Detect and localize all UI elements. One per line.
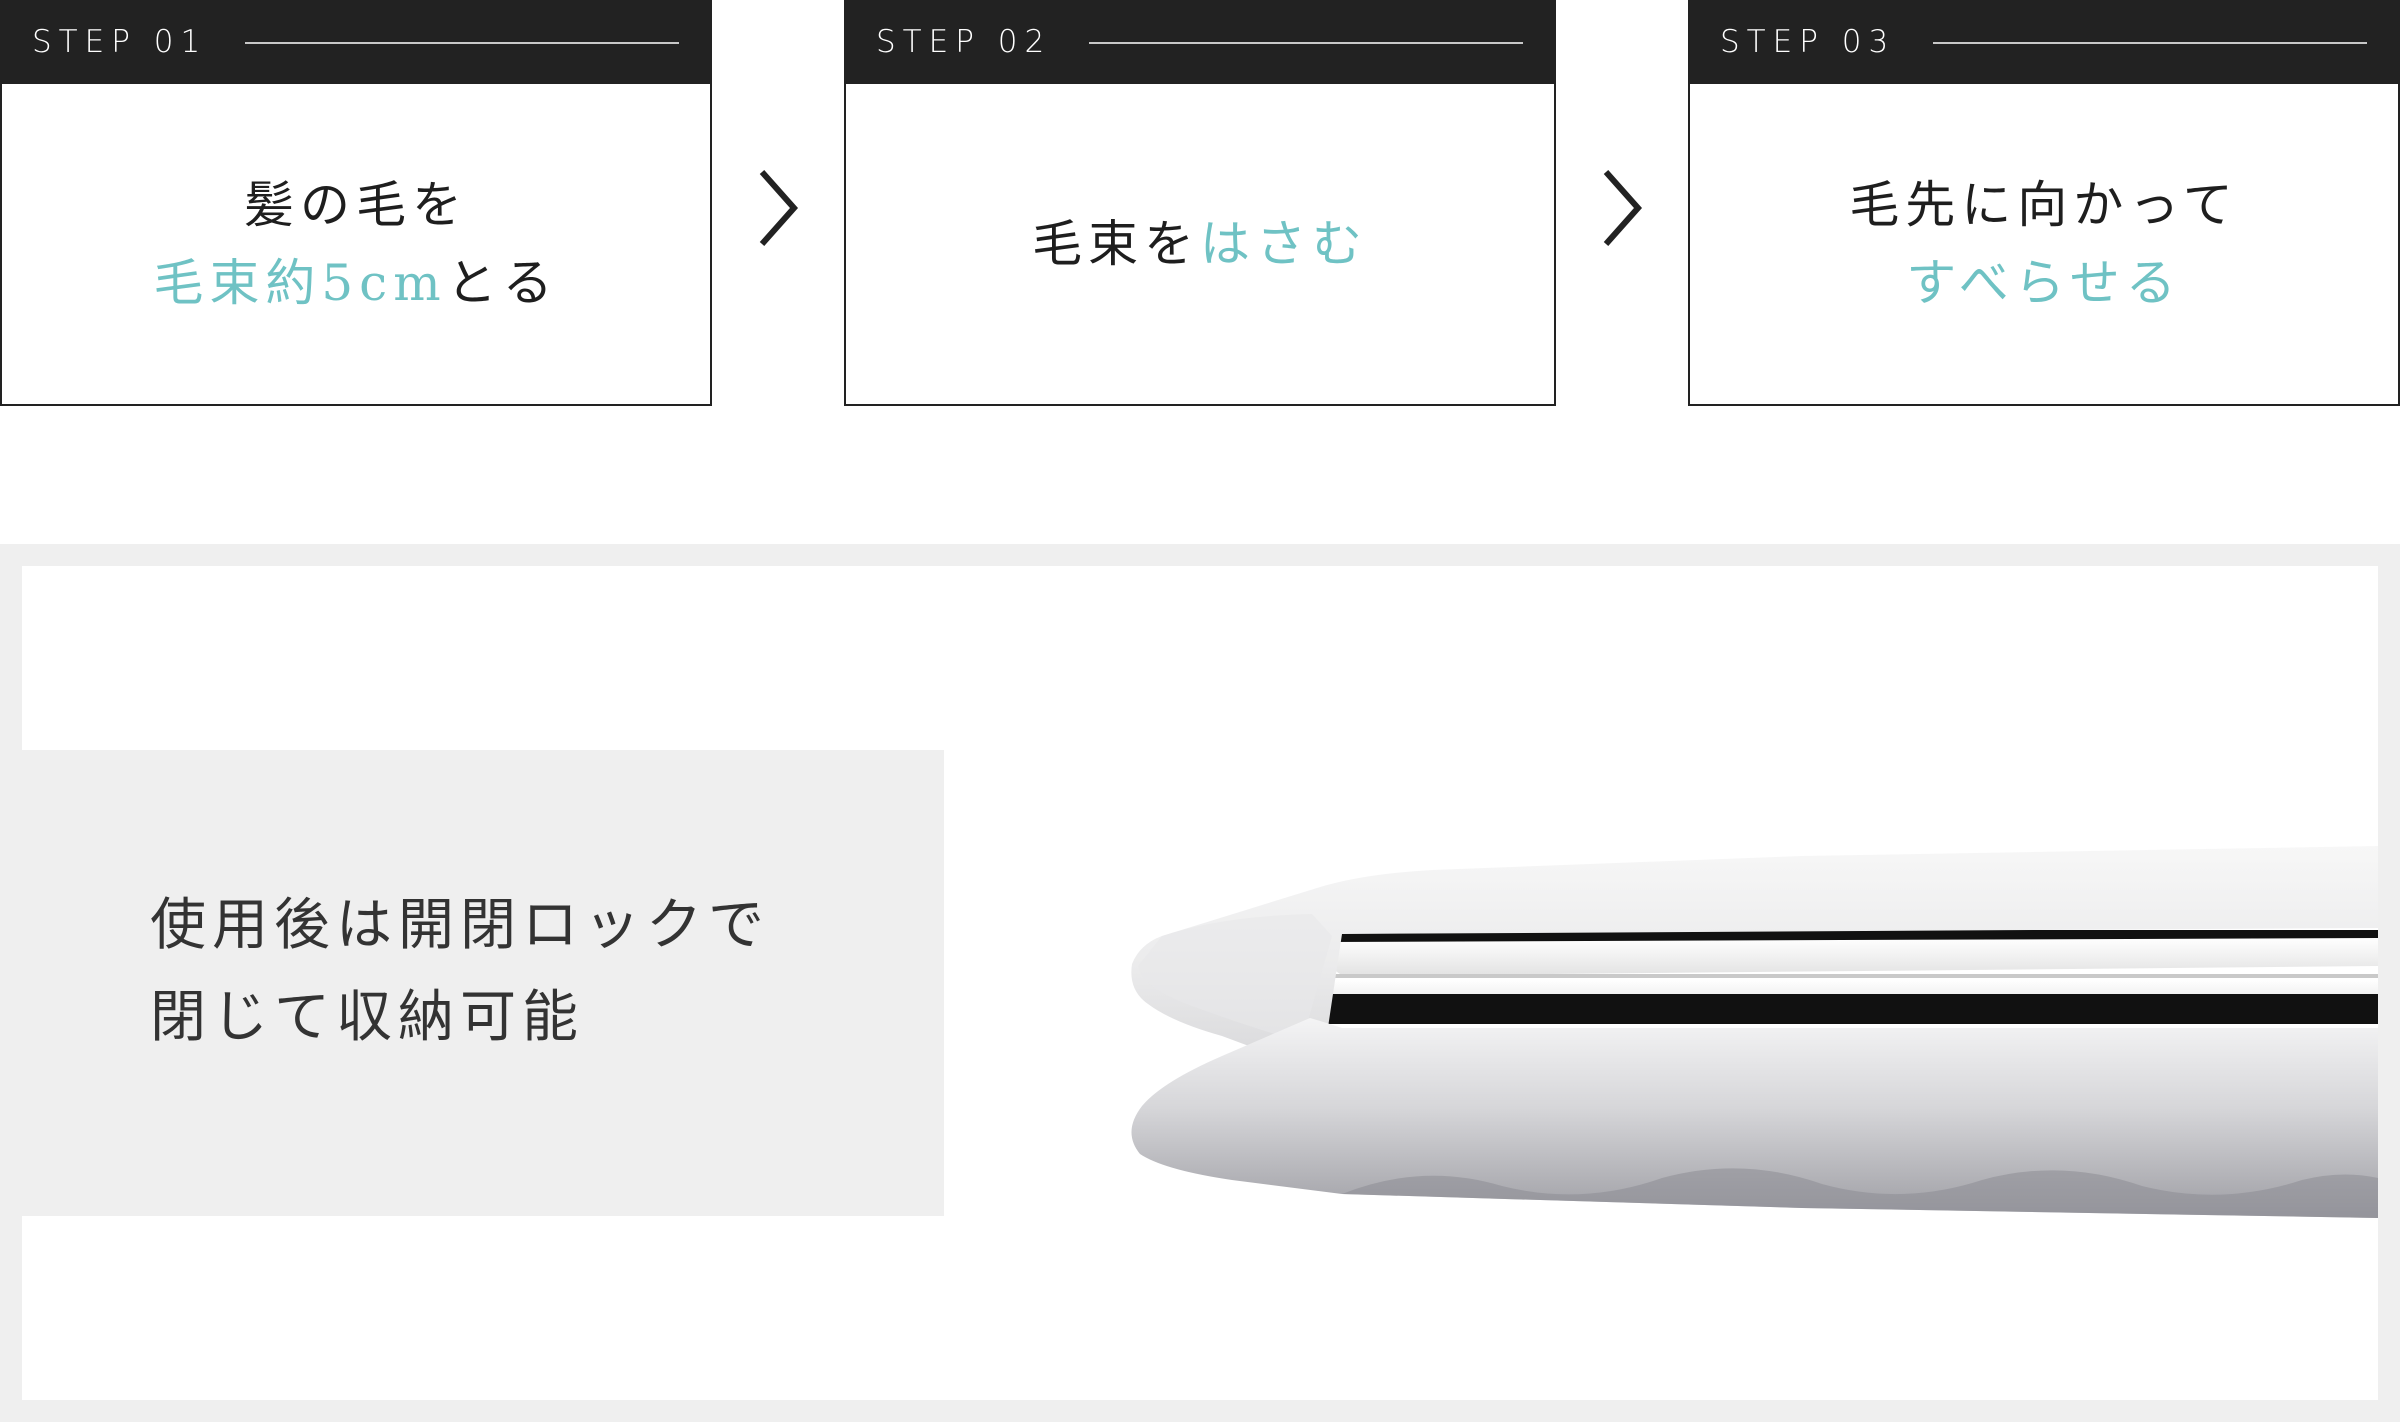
step-body: 毛先に向かって すべらせる xyxy=(1688,84,2400,406)
chevron-right-icon xyxy=(759,170,799,246)
step-body: 毛束をはさむ xyxy=(844,84,1556,406)
step-label: STEP 01 xyxy=(32,24,208,60)
step-card-1: STEP 01 髪の毛を 毛束約5cmとる xyxy=(0,0,712,406)
step-text-line-1: 毛束をはさむ xyxy=(1032,205,1368,283)
step-text-rest: とる xyxy=(446,254,559,312)
product-panel: 使用後は開閉ロックで 閉じて収納可能 xyxy=(22,566,2378,1400)
chevron-right-icon xyxy=(1603,170,1643,246)
step-card-2: STEP 02 毛束をはさむ xyxy=(844,0,1556,406)
step-text-line-2: 毛束約5cmとる xyxy=(153,244,558,322)
step-card-3: STEP 03 毛先に向かって すべらせる xyxy=(1688,0,2400,406)
step-text-line-1: 髪の毛を xyxy=(244,176,468,234)
step-header: STEP 03 xyxy=(1688,0,2400,84)
step-text-plain: 毛束を xyxy=(1032,215,1200,273)
feature-note: 使用後は開閉ロックで 閉じて収納可能 xyxy=(150,880,770,1064)
step-accent-text: すべらせる xyxy=(1906,254,2182,312)
step-label: STEP 02 xyxy=(876,24,1052,60)
step-header: STEP 01 xyxy=(0,0,712,84)
feature-note-box: 使用後は開閉ロックで 閉じて収納可能 xyxy=(22,750,944,1216)
feature-note-line-2: 閉じて収納可能 xyxy=(150,985,584,1050)
header-divider xyxy=(245,42,679,44)
step-label: STEP 03 xyxy=(1720,24,1896,60)
feature-note-line-1: 使用後は開閉ロックで xyxy=(150,893,770,958)
product-section: 使用後は開閉ロックで 閉じて収納可能 xyxy=(0,544,2400,1422)
header-divider xyxy=(1089,42,1523,44)
header-divider xyxy=(1933,42,2367,44)
steps-section: STEP 01 髪の毛を 毛束約5cmとる STEP 02 毛束をはさむ STE… xyxy=(0,0,2400,406)
step-text-line-1: 毛先に向かって xyxy=(1849,176,2239,234)
step-accent-text: 毛束約5cm xyxy=(153,254,447,312)
step-body: 髪の毛を 毛束約5cmとる xyxy=(0,84,712,406)
hair-straightener-image xyxy=(1131,846,2378,1218)
step-accent-text: はさむ xyxy=(1200,215,1368,273)
step-header: STEP 02 xyxy=(844,0,1556,84)
